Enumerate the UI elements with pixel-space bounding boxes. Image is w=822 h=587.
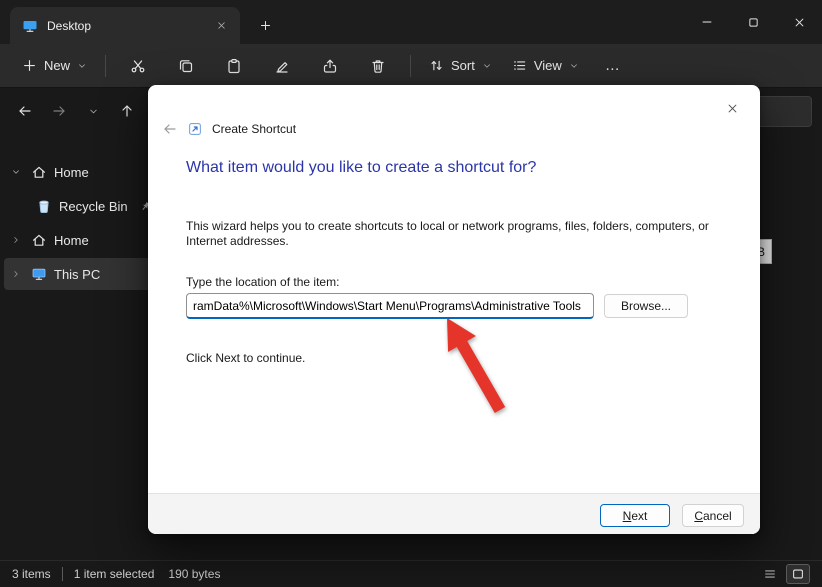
new-button-label: New [44, 58, 70, 73]
tab-label: Desktop [47, 19, 201, 33]
dialog-header: Create Shortcut [162, 121, 296, 137]
share-button[interactable] [308, 50, 352, 82]
delete-button[interactable] [356, 50, 400, 82]
annotation-arrow-icon [425, 312, 525, 422]
arrow-up-icon [119, 103, 135, 119]
tab-desktop[interactable]: Desktop [10, 7, 240, 44]
view-button-label: View [534, 58, 562, 73]
ellipsis-icon: … [605, 57, 621, 74]
sidebar-item-label: Recycle Bin [59, 199, 128, 214]
house-icon [31, 232, 47, 248]
sort-arrows-icon [429, 58, 444, 73]
sidebar-item-home-pinned[interactable]: Home [4, 156, 160, 188]
share-icon [322, 58, 338, 74]
rename-button[interactable] [260, 50, 304, 82]
sidebar-item-label: This PC [54, 267, 100, 282]
dialog-description: This wizard helps you to create shortcut… [186, 219, 742, 249]
command-toolbar: New [0, 44, 822, 88]
recycle-bin-icon [36, 198, 52, 214]
status-selection-size: 190 bytes [168, 567, 220, 581]
chevron-right-icon[interactable] [8, 269, 24, 279]
up-button[interactable] [112, 96, 142, 126]
create-shortcut-icon [187, 121, 203, 137]
arrow-left-icon [17, 103, 33, 119]
dialog-back-icon[interactable] [162, 121, 178, 137]
navigation-pane: Home Recycle Bin Home [0, 140, 160, 292]
chevron-down-icon [77, 61, 87, 71]
toolbar-divider [105, 55, 106, 77]
chevron-down-icon [569, 61, 579, 71]
tab-close-icon[interactable] [210, 15, 232, 37]
details-view-button[interactable] [758, 564, 782, 584]
large-icons-view-button[interactable] [786, 564, 810, 584]
status-bar: 3 items 1 item selected 190 bytes [0, 560, 822, 587]
location-input-label: Type the location of the item: [186, 275, 339, 289]
next-hint-text: Click Next to continue. [186, 351, 305, 365]
browse-button[interactable]: Browse... [604, 294, 688, 318]
copy-icon [178, 58, 194, 74]
chevron-right-icon[interactable] [8, 235, 24, 245]
browse-button-label: Browse... [621, 299, 671, 313]
dialog-footer: Next Cancel [148, 493, 760, 534]
close-icon [726, 102, 739, 115]
next-button[interactable]: Next [600, 504, 670, 527]
thumbnail-view-icon [791, 567, 805, 581]
sidebar-item-recycle-bin[interactable]: Recycle Bin [32, 190, 160, 222]
file-explorer-window: Desktop New [0, 0, 822, 587]
new-tab-button[interactable] [254, 14, 276, 36]
view-list-icon [512, 58, 527, 73]
trash-icon [370, 58, 386, 74]
details-view-icon [763, 567, 777, 581]
status-divider [62, 567, 63, 581]
sidebar-item-label: Home [54, 165, 89, 180]
cancel-button[interactable]: Cancel [682, 504, 744, 527]
recent-locations-button[interactable] [78, 96, 108, 126]
dialog-heading: What item would you like to create a sho… [186, 159, 536, 177]
desktop-tab-icon [22, 18, 38, 34]
cancel-button-label: Cancel [683, 509, 743, 523]
scissors-icon [130, 58, 146, 74]
window-controls [684, 0, 822, 44]
cut-button[interactable] [116, 50, 160, 82]
sidebar-item-this-pc[interactable]: This PC [4, 258, 160, 290]
house-icon [31, 164, 47, 180]
view-button[interactable]: View [502, 50, 589, 82]
paste-button[interactable] [212, 50, 256, 82]
sort-button[interactable]: Sort [419, 50, 502, 82]
toolbar-divider [410, 55, 411, 77]
clipboard-icon [226, 58, 242, 74]
arrow-right-icon [51, 103, 67, 119]
back-button[interactable] [10, 96, 40, 126]
close-button[interactable] [776, 0, 822, 44]
status-item-count: 3 items [12, 567, 51, 581]
chevron-down-icon [88, 106, 99, 117]
chevron-down-icon[interactable] [8, 167, 24, 177]
monitor-icon [31, 266, 47, 282]
rename-icon [274, 58, 290, 74]
create-shortcut-dialog: Create Shortcut What item would you like… [148, 85, 760, 534]
new-button[interactable]: New [12, 50, 97, 82]
minimize-button[interactable] [684, 0, 730, 44]
sort-button-label: Sort [451, 58, 475, 73]
maximize-button[interactable] [730, 0, 776, 44]
sidebar-item-label: Home [54, 233, 89, 248]
copy-button[interactable] [164, 50, 208, 82]
next-button-label: Next [601, 509, 669, 523]
status-selection: 1 item selected [74, 567, 155, 581]
dialog-close-button[interactable] [716, 95, 748, 121]
titlebar: Desktop [0, 0, 822, 44]
dialog-title: Create Shortcut [212, 122, 296, 136]
forward-button[interactable] [44, 96, 74, 126]
more-options-button[interactable]: … [591, 50, 635, 82]
sidebar-item-home[interactable]: Home [4, 224, 160, 256]
plus-icon [22, 58, 37, 73]
view-toggles [758, 564, 810, 584]
chevron-down-icon [482, 61, 492, 71]
location-input[interactable] [186, 293, 594, 319]
